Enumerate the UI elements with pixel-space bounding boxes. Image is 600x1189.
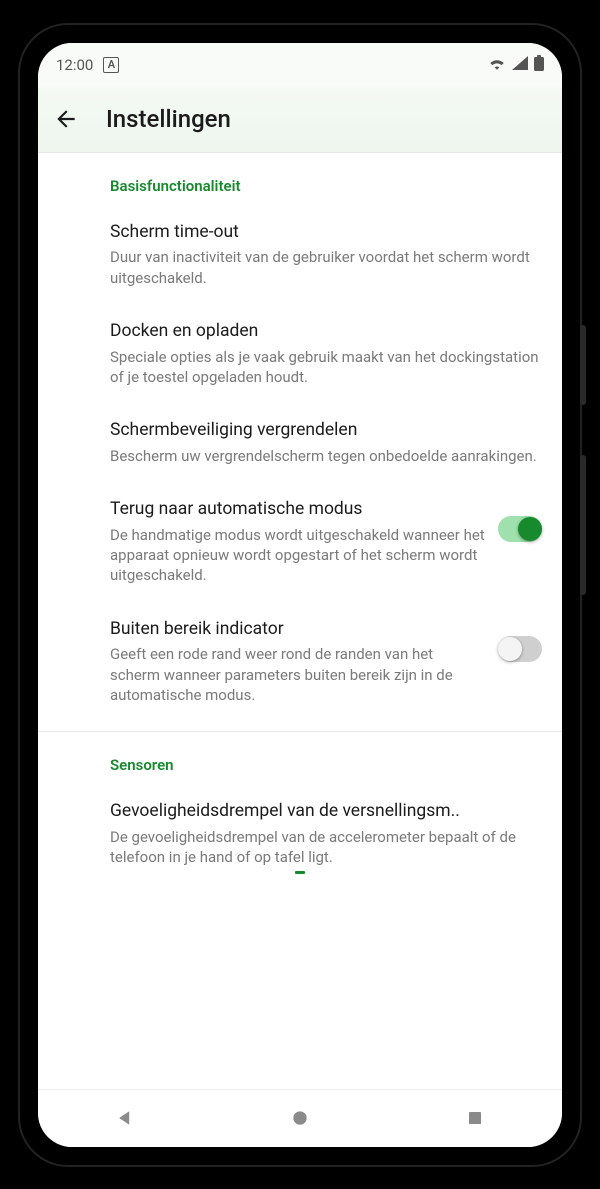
- section-header-sensors: Sensoren: [38, 732, 562, 784]
- setting-title: Buiten bereik indicator: [110, 618, 486, 641]
- switch-thumb: [518, 517, 542, 541]
- square-recents-icon: [466, 1109, 484, 1127]
- toggle-out-of-range-indicator[interactable]: [498, 636, 542, 662]
- system-navigation-bar: [38, 1089, 562, 1147]
- setting-description: Bescherm uw vergrendelscherm tegen onbed…: [110, 446, 542, 466]
- toggle-return-auto-mode[interactable]: [498, 516, 542, 542]
- section-header-basic: Basisfunctionaliteit: [38, 153, 562, 205]
- setting-title: Docken en opladen: [110, 320, 542, 343]
- wifi-icon: [488, 56, 506, 74]
- status-badge: A: [103, 57, 119, 73]
- status-bar: 12:00 A: [38, 43, 562, 87]
- setting-return-auto-mode[interactable]: Terug naar automatische modus De handmat…: [38, 482, 562, 602]
- settings-list[interactable]: Basisfunctionaliteit Scherm time-out Duu…: [38, 153, 562, 1089]
- phone-frame: 12:00 A Instellingen Basis: [20, 25, 580, 1165]
- setting-title: Gevoeligheidsdrempel van de versnellings…: [110, 800, 542, 823]
- setting-title: Schermbeveiliging vergrendelen: [110, 419, 542, 442]
- setting-accelerometer-threshold[interactable]: Gevoeligheidsdrempel van de versnellings…: [38, 784, 562, 871]
- setting-out-of-range-indicator[interactable]: Buiten bereik indicator Geeft een rode r…: [38, 602, 562, 722]
- setting-description: De handmatige modus wordt uitgeschakeld …: [110, 525, 486, 586]
- setting-lock-screen-protection[interactable]: Schermbeveiliging vergrendelen Bescherm …: [38, 403, 562, 482]
- scroll-hint: [38, 871, 562, 875]
- arrow-back-icon: [53, 106, 79, 132]
- setting-title: Terug naar automatische modus: [110, 498, 486, 521]
- page-title: Instellingen: [106, 105, 231, 133]
- setting-screen-timeout[interactable]: Scherm time-out Duur van inactiviteit va…: [38, 205, 562, 304]
- cellular-icon: [512, 56, 528, 74]
- back-button[interactable]: [52, 105, 80, 133]
- nav-recents-button[interactable]: [455, 1109, 495, 1127]
- setting-description: Geeft een rode rand weer rond de randen …: [110, 644, 486, 705]
- circle-home-icon: [290, 1108, 310, 1128]
- side-button: [580, 455, 586, 595]
- setting-description: Duur van inactiviteit van de gebruiker v…: [110, 247, 542, 288]
- nav-home-button[interactable]: [280, 1108, 320, 1128]
- screen: 12:00 A Instellingen Basis: [38, 43, 562, 1147]
- app-bar: Instellingen: [38, 87, 562, 153]
- nav-back-button[interactable]: [105, 1108, 145, 1128]
- triangle-back-icon: [115, 1108, 135, 1128]
- status-time: 12:00: [56, 56, 93, 74]
- switch-thumb: [498, 637, 522, 661]
- setting-description: De gevoeligheidsdrempel van de accelerom…: [110, 827, 542, 868]
- battery-icon: [534, 55, 544, 75]
- side-button: [580, 325, 586, 405]
- setting-title: Scherm time-out: [110, 221, 542, 244]
- setting-description: Speciale opties als je vaak gebruik maak…: [110, 347, 542, 388]
- setting-dock-charging[interactable]: Docken en opladen Speciale opties als je…: [38, 304, 562, 403]
